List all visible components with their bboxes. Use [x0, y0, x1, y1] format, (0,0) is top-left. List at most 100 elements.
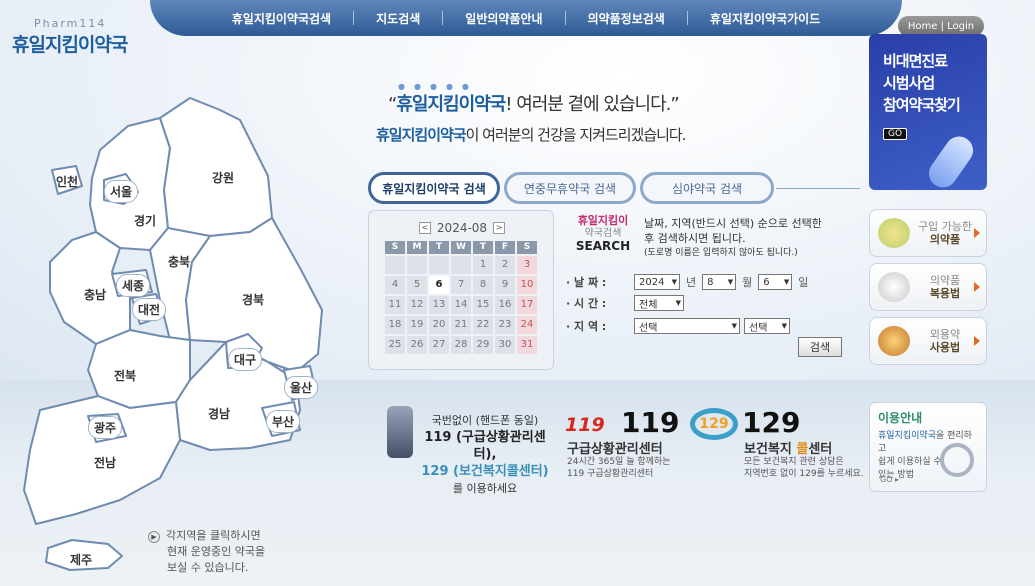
search-button[interactable]: 검색 — [798, 337, 842, 357]
pill-icon — [878, 218, 910, 248]
telemedicine-banner[interactable]: 비대면진료 시범사업 참여약국찾기 GO — [869, 34, 987, 193]
guide-go-link[interactable]: GO ▸ — [880, 475, 899, 484]
side-link-main: 복용법 — [929, 287, 961, 300]
calendar-day[interactable]: 29 — [473, 336, 493, 354]
calendar-day[interactable]: 22 — [473, 316, 493, 334]
number-119: 119 — [621, 406, 680, 439]
map-label-chungbuk[interactable]: 충북 — [168, 253, 190, 270]
nav-item-map-search[interactable]: 지도검색 — [354, 10, 442, 27]
tab-holiday-pharmacy[interactable]: 휴일지킴이약국 검색 — [368, 172, 500, 204]
time-select[interactable]: 전체 ▼ — [634, 295, 684, 311]
search-tabs: 휴일지킴이약국 검색 연중무휴약국 검색 심야약국 검색 — [368, 172, 774, 204]
map-label-jeju[interactable]: 제주 — [70, 551, 92, 568]
chevron-down-icon: ▼ — [671, 278, 677, 286]
calendar-day[interactable]: 1 — [473, 256, 493, 274]
map-label-jeonnam[interactable]: 전남 — [94, 454, 116, 471]
map-label-chungnam[interactable]: 충남 — [84, 286, 106, 303]
home-login-button[interactable]: Home | Login — [898, 16, 984, 36]
calendar-day[interactable]: 21 — [451, 316, 471, 334]
map-label-ulsan[interactable]: 울산 — [284, 376, 319, 399]
calendar-day — [407, 256, 427, 274]
chevron-down-icon: ▼ — [675, 299, 681, 307]
calendar-day[interactable]: 5 — [407, 276, 427, 294]
banner-line3: 참여약국찾기 — [883, 96, 961, 114]
center-129-desc: 모든 보건복지 관련 상담은 지역번호 없이 129를 누르세요. — [744, 456, 864, 480]
nav-item-otc-guide[interactable]: 일반의약품안내 — [443, 10, 564, 27]
month-value: 8 — [707, 276, 714, 288]
calendar-header: < 2024-08 > — [369, 221, 555, 235]
map-label-gangwon[interactable]: 강원 — [212, 169, 234, 186]
map-label-gyeonggi[interactable]: 경기 — [134, 212, 156, 229]
calendar-day[interactable]: 10 — [517, 276, 537, 294]
map-label-seoul[interactable]: 서울 — [104, 180, 139, 203]
region-label: · 지 역 : — [566, 320, 607, 333]
month-select[interactable]: 8 ▼ — [702, 274, 737, 290]
prev-month-button[interactable]: < — [418, 222, 431, 234]
map-label-gyeongnam[interactable]: 경남 — [208, 405, 230, 422]
date-label: · 날 짜 : — [566, 276, 607, 289]
calendar-day[interactable]: 31 — [517, 336, 537, 354]
map-label-gyeongbuk[interactable]: 경북 — [242, 291, 264, 308]
calendar-day[interactable]: 26 — [407, 336, 427, 354]
calendar-day[interactable]: 16 — [495, 296, 515, 314]
tab-yearround-pharmacy[interactable]: 연중무휴약국 검색 — [504, 172, 636, 204]
slogan-text: ! 여러분 곁에 있습니다.” — [505, 94, 679, 115]
calendar-day[interactable]: 13 — [429, 296, 449, 314]
calendar-day[interactable]: 15 — [473, 296, 493, 314]
side-link-otc-drugs[interactable]: 구입 가능한 의약품 — [869, 209, 987, 257]
calendar-day-selected[interactable]: 6 — [429, 276, 449, 294]
calendar-day[interactable]: 30 — [495, 336, 515, 354]
time-label: · 시 간 : — [566, 297, 607, 310]
region-province-select[interactable]: 선택 ▼ — [634, 318, 740, 334]
nav-item-pharmacy-guide[interactable]: 휴일지킴이약국가이드 — [688, 10, 842, 27]
logo-129: 129 — [690, 408, 738, 440]
usage-guide-box[interactable]: 이용안내 휴일지킴이약국을 편리하고 쉽게 이용하실 수 있는 방법 GO ▸ — [869, 402, 987, 492]
tab-night-pharmacy[interactable]: 심야약국 검색 — [640, 172, 774, 204]
map-label-daegu[interactable]: 대구 — [228, 348, 263, 371]
slogan-brand: 휴일지킴이약국 — [396, 94, 506, 115]
calendar-day[interactable]: 7 — [451, 276, 471, 294]
calendar-day[interactable]: 4 — [385, 276, 405, 294]
map-label-jeonbuk[interactable]: 전북 — [114, 367, 136, 384]
calendar-day[interactable]: 25 — [385, 336, 405, 354]
search-label-line3: SEARCH — [575, 239, 631, 253]
center-129-name: 보건복지 콜센터 — [744, 438, 832, 457]
calendar-day[interactable]: 19 — [407, 316, 427, 334]
mortar-icon — [878, 272, 910, 302]
map-label-busan[interactable]: 부산 — [266, 410, 301, 433]
calendar-day[interactable]: 18 — [385, 316, 405, 334]
arrow-right-icon — [974, 336, 980, 346]
next-month-button[interactable]: > — [493, 222, 506, 234]
calendar-day[interactable]: 20 — [429, 316, 449, 334]
calendar-day[interactable]: 12 — [407, 296, 427, 314]
calendar-day[interactable]: 8 — [473, 276, 493, 294]
calendar-day[interactable]: 3 — [517, 256, 537, 274]
calendar-day[interactable]: 24 — [517, 316, 537, 334]
emergency-info: 국번없이 (핸드폰 동일) 119 (구급상황관리센터), 129 (보건복지콜… — [375, 400, 555, 495]
calendar-day[interactable]: 9 — [495, 276, 515, 294]
calendar-day[interactable]: 14 — [451, 296, 471, 314]
map-label-incheon[interactable]: 인천 — [56, 173, 78, 190]
side-link-text: 외용약 사용법 — [914, 328, 976, 354]
day-select[interactable]: 6 ▼ — [758, 274, 793, 290]
calendar-day[interactable]: 11 — [385, 296, 405, 314]
map-label-gwangju[interactable]: 광주 — [88, 416, 123, 439]
region-city-select[interactable]: 선택 ▼ — [744, 318, 790, 334]
map-label-daejeon[interactable]: 대전 — [132, 298, 167, 321]
year-unit: 년 — [686, 276, 697, 289]
map-label-sejong[interactable]: 세종 — [116, 274, 151, 297]
banner-go-button[interactable]: GO — [883, 128, 908, 140]
side-link-dosage[interactable]: 의약품 복용법 — [869, 263, 987, 311]
chevron-down-icon: ▼ — [727, 278, 734, 286]
side-link-external-use[interactable]: 외용약 사용법 — [869, 317, 987, 365]
center-119-desc2: 119 구급상황관리센터 — [567, 469, 654, 479]
calendar-day[interactable]: 23 — [495, 316, 515, 334]
nav-item-drug-info[interactable]: 의약품정보검색 — [566, 10, 687, 27]
calendar-day[interactable]: 27 — [429, 336, 449, 354]
year-select[interactable]: 2024 ▼ — [634, 274, 680, 290]
calendar-day[interactable]: 28 — [451, 336, 471, 354]
calendar-day[interactable]: 2 — [495, 256, 515, 274]
calendar-day[interactable]: 17 — [517, 296, 537, 314]
mobile-phone-icon — [387, 406, 413, 458]
banner-line2: 시범사업 — [883, 74, 935, 92]
